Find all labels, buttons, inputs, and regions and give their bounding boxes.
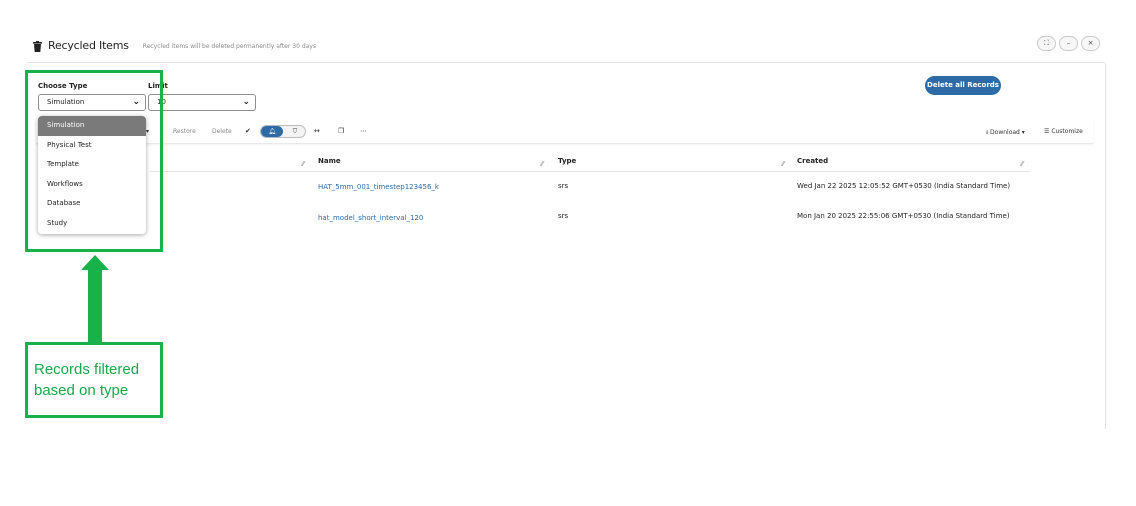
record-name-link[interactable]: hat_model_short_interval_120 bbox=[318, 214, 423, 222]
column-header-created[interactable]: Created bbox=[797, 157, 828, 165]
page-title: Recycled Items bbox=[48, 39, 129, 52]
window-controls: ⛶ – × bbox=[1037, 36, 1100, 51]
customize-label: Customize bbox=[1051, 128, 1083, 135]
annotation-line-1: Records filtered bbox=[34, 361, 140, 378]
check-all-icon[interactable]: ✔ bbox=[245, 127, 251, 135]
column-resize-handle[interactable]: ⁄⁄ bbox=[1021, 160, 1023, 168]
limit-select[interactable]: 10 ⌄ bbox=[148, 94, 256, 111]
annotation-highlight-box bbox=[25, 70, 163, 252]
record-created: Mon Jan 20 2025 22:55:06 GMT+0530 (India… bbox=[797, 212, 1010, 220]
column-resize-handle[interactable]: ⁄⁄ bbox=[782, 160, 784, 168]
expand-icon[interactable]: ⛶ bbox=[1037, 36, 1056, 51]
record-created: Wed Jan 22 2025 12:05:52 GMT+0530 (India… bbox=[797, 182, 1011, 190]
download-label: Download bbox=[990, 129, 1020, 136]
restore-button[interactable]: Restore bbox=[173, 128, 196, 135]
trash-icon bbox=[33, 41, 42, 52]
chevron-down-icon: ⌄ bbox=[242, 97, 250, 107]
close-icon[interactable]: × bbox=[1081, 36, 1100, 51]
column-resize-handle[interactable]: ⁄⁄ bbox=[302, 160, 304, 168]
expand-columns-icon[interactable]: ↔ bbox=[314, 127, 320, 135]
delete-all-records-button[interactable]: Delete all Records bbox=[925, 76, 1001, 95]
download-button[interactable]: ⭳ Download ▾ bbox=[986, 128, 1025, 138]
filter-icon[interactable]: ⛉ bbox=[286, 126, 304, 137]
page-header: Recycled Items Recycled items will be de… bbox=[33, 39, 316, 52]
customize-button[interactable]: ☰ Customize bbox=[1044, 128, 1083, 135]
record-type: srs bbox=[558, 182, 569, 190]
annotation-arrow-head bbox=[81, 255, 109, 270]
download-icon: ⭳ bbox=[986, 129, 989, 136]
toolbar: ▾ Restore Delete ✔ 🔔︎ ⛉ ↔ ❐ ⋯ ⭳ Download… bbox=[36, 120, 1093, 144]
recycled-items-page: Recycled Items Recycled items will be de… bbox=[0, 0, 1136, 506]
more-icon[interactable]: ⋯ bbox=[360, 127, 367, 135]
annotation-line-2: based on type bbox=[34, 382, 129, 399]
annotation-arrow-shaft bbox=[88, 269, 102, 343]
column-resize-handle[interactable]: ⁄⁄ bbox=[541, 160, 543, 168]
column-header-type[interactable]: Type bbox=[558, 157, 576, 165]
minimize-icon[interactable]: – bbox=[1059, 36, 1078, 51]
header-divider bbox=[27, 62, 1105, 63]
annotation-note: Records filtered based on type bbox=[25, 342, 163, 418]
table-header-divider bbox=[150, 171, 1030, 172]
view-toggle[interactable]: 🔔︎ ⛉ bbox=[260, 125, 306, 138]
panel-border bbox=[1105, 63, 1106, 429]
sliders-icon: ☰ bbox=[1044, 128, 1050, 135]
record-type: srs bbox=[558, 212, 569, 220]
bell-icon[interactable]: 🔔︎ bbox=[261, 126, 283, 137]
column-header-name[interactable]: Name bbox=[318, 157, 341, 165]
copy-icon[interactable]: ❐ bbox=[338, 127, 344, 135]
page-subtitle: Recycled items will be deleted permanent… bbox=[142, 43, 317, 50]
delete-button[interactable]: Delete bbox=[212, 128, 232, 135]
caret-down-icon: ▾ bbox=[1021, 129, 1025, 136]
record-name-link[interactable]: HAT_5mm_001_timestep123456_k bbox=[318, 183, 439, 191]
